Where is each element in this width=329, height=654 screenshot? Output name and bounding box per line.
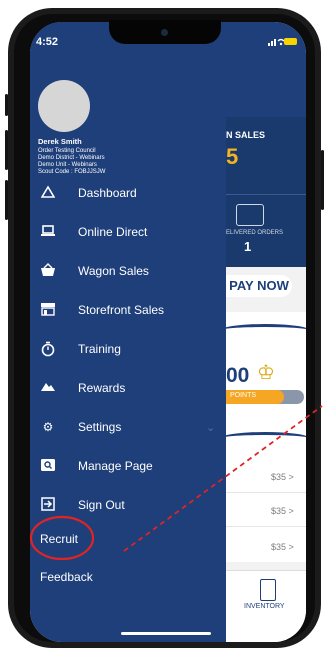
points-label: POINTS bbox=[230, 392, 257, 399]
home-indicator bbox=[121, 632, 211, 635]
triangle-icon bbox=[40, 185, 56, 201]
tab-inventory[interactable]: INVENTORY bbox=[244, 603, 285, 610]
row-divider bbox=[226, 526, 306, 527]
menu-label: Storefront Sales bbox=[78, 303, 165, 317]
points-value: 00 bbox=[226, 364, 250, 387]
phone-screen: N SALES 5 ELIVERED ORDERS 1 PAY NOW 00 ♔… bbox=[30, 22, 306, 642]
inventory-icon[interactable] bbox=[260, 579, 276, 601]
crown-icon: ♔ bbox=[257, 362, 275, 384]
product-price[interactable]: $35 > bbox=[271, 472, 294, 482]
menu-item-training[interactable]: Training bbox=[30, 334, 226, 364]
menu-item-online-direct[interactable]: Online Direct bbox=[30, 217, 226, 247]
menu-label: Settings bbox=[78, 420, 122, 434]
chevron-down-icon[interactable]: ⌄ bbox=[206, 421, 215, 434]
mountain-icon bbox=[40, 380, 56, 396]
recruit-label: Recruit bbox=[40, 532, 79, 546]
wave-decoration bbox=[220, 432, 306, 445]
stopwatch-icon bbox=[40, 341, 56, 357]
delivered-orders-label: ELIVERED ORDERS bbox=[226, 230, 284, 236]
user-scout-code: Scout Code : FOBJJSJW bbox=[38, 169, 106, 175]
user-council: Order Testing Council bbox=[38, 148, 96, 154]
camera-icon bbox=[161, 29, 168, 36]
avatar[interactable] bbox=[38, 80, 90, 132]
panel-divider bbox=[226, 194, 306, 195]
menu-label: Online Direct bbox=[78, 225, 148, 239]
user-unit: Demo Unit - Webinars bbox=[38, 162, 97, 168]
points-progress-bar: POINTS bbox=[226, 390, 304, 404]
row-divider bbox=[226, 492, 306, 493]
menu-label: Dashboard bbox=[78, 186, 137, 200]
menu-label: Wagon Sales bbox=[78, 264, 149, 278]
product-price[interactable]: $35 > bbox=[271, 542, 294, 552]
menu-item-rewards[interactable]: Rewards bbox=[30, 373, 226, 403]
signal-wifi-icon bbox=[268, 36, 285, 48]
camera-notch bbox=[109, 20, 221, 44]
menu-item-recruit[interactable]: Recruit bbox=[30, 524, 226, 554]
feedback-label: Feedback bbox=[40, 570, 93, 584]
product-price[interactable]: $35 > bbox=[271, 506, 294, 516]
laptop-icon bbox=[40, 224, 56, 240]
basket-icon bbox=[40, 263, 56, 279]
menu-item-settings[interactable]: ⚙ Settings ⌄ bbox=[30, 412, 226, 442]
power-button bbox=[321, 150, 324, 210]
sales-label: N SALES bbox=[226, 130, 266, 140]
user-name: Derek Smith bbox=[38, 137, 82, 146]
search-card-icon bbox=[40, 458, 56, 474]
menu-label: Training bbox=[78, 342, 121, 356]
sign-out-icon bbox=[40, 497, 56, 513]
menu-item-sign-out[interactable]: Sign Out bbox=[30, 490, 226, 520]
menu-label: Sign Out bbox=[78, 498, 125, 512]
storefront-icon bbox=[40, 302, 56, 318]
menu-item-dashboard[interactable]: Dashboard bbox=[30, 178, 226, 208]
menu-item-manage-page[interactable]: Manage Page bbox=[30, 451, 226, 481]
menu-item-feedback[interactable]: Feedback bbox=[30, 562, 226, 592]
battery-icon bbox=[284, 38, 297, 45]
menu-label: Manage Page bbox=[78, 459, 153, 473]
status-time: 4:52 bbox=[36, 36, 59, 48]
navigation-drawer: Derek Smith Order Testing Council Demo D… bbox=[30, 22, 226, 642]
gear-icon: ⚙ bbox=[42, 420, 54, 434]
pay-now-button[interactable]: PAY NOW bbox=[226, 275, 292, 297]
delivered-orders-value: 1 bbox=[244, 239, 252, 254]
sales-value: 5 bbox=[226, 144, 239, 169]
menu-item-wagon-sales[interactable]: Wagon Sales bbox=[30, 256, 226, 286]
menu-item-storefront-sales[interactable]: Storefront Sales bbox=[30, 295, 226, 325]
truck-icon bbox=[236, 204, 264, 226]
user-district: Demo District - Webinars bbox=[38, 155, 105, 161]
wave-decoration bbox=[220, 324, 306, 337]
menu-label: Rewards bbox=[78, 381, 126, 395]
